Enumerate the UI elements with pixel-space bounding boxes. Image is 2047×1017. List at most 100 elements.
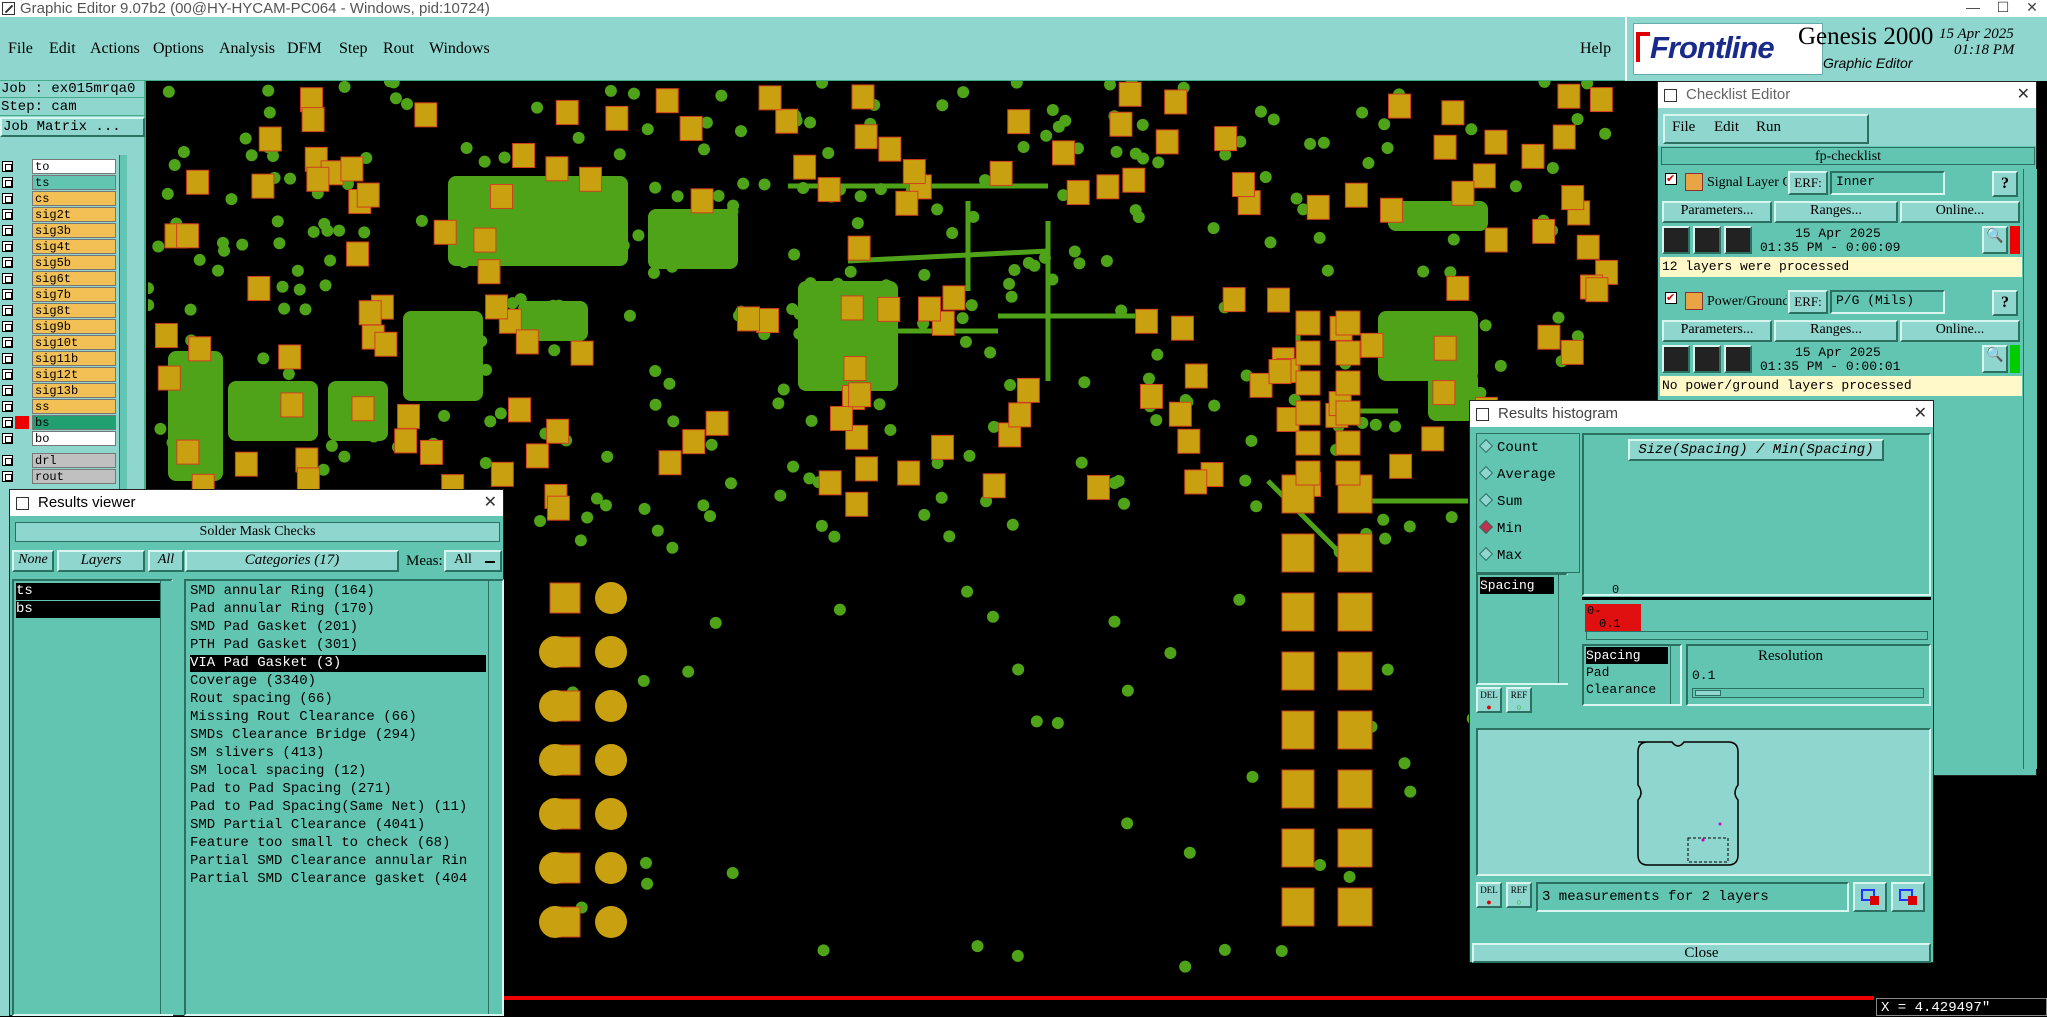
list-item[interactable]: Pad [1586,664,1609,681]
layer-name[interactable]: sig12t [32,367,116,382]
layer-checkbox[interactable] [2,385,13,396]
list-item[interactable]: Partial SMD Clearance gasket (404 [190,871,467,888]
list-item[interactable]: SMD annular Ring (164) [190,583,375,600]
zoom-icon[interactable]: 🔍 [1982,345,2008,373]
minimize-button[interactable]: — [1958,0,1988,17]
layer-checkbox[interactable] [2,193,13,204]
radio-diamond-icon[interactable] [1478,519,1494,535]
menu-file[interactable]: File [8,40,33,58]
stat-option-min[interactable]: Min [1478,519,1522,541]
radio-diamond-icon[interactable] [1478,465,1494,481]
layer-name[interactable]: rout [32,469,116,484]
list-item[interactable]: Feature too small to check (68) [190,835,450,852]
list-item[interactable]: ts [16,583,166,600]
layer-row-sig12t[interactable]: sig12t [0,367,116,382]
layer-checkbox[interactable] [2,455,13,466]
menu-windows[interactable]: Windows [429,40,490,58]
zoom-view-button[interactable] [1853,882,1887,912]
del-button[interactable]: DEL ● [1476,687,1502,713]
run-icon[interactable] [1724,345,1752,373]
resolution-slider[interactable] [1692,688,1924,698]
list-item[interactable]: Pad to Pad Spacing (271) [190,781,392,798]
list-item[interactable]: Partial SMD Clearance annular Rin [190,853,467,870]
layer-row-sig7b[interactable]: sig7b [0,287,116,302]
list-item[interactable]: Spacing [1586,647,1668,664]
help-button[interactable]: ? [1992,290,2018,316]
list-item[interactable]: SMD Partial Clearance (4041) [190,817,425,834]
menu-dfm[interactable]: DFM [287,40,322,58]
check-enable-checkbox[interactable]: ✔ [1665,173,1677,185]
layer-row-bo[interactable]: bo [0,431,116,446]
radio-diamond-icon[interactable] [1478,438,1494,454]
layer-state-box[interactable] [15,454,29,467]
layers-button[interactable]: Layers [57,550,145,572]
category-list[interactable]: SMD annular Ring (164) Pad annular Ring (… [184,579,504,1016]
zoom-icon[interactable]: 🔍 [1982,226,2008,254]
layer-row-sig8t[interactable]: sig8t [0,303,116,318]
layer-checkbox[interactable] [2,401,13,412]
ranges-button[interactable]: Ranges... [1774,201,1898,223]
ref-button[interactable]: REF ○ [1506,687,1532,713]
online-button[interactable]: Online... [1900,201,2020,223]
layer-name[interactable]: sig4t [32,239,116,254]
layer-row-ss[interactable]: ss [0,399,116,414]
close-icon[interactable]: ✕ [1914,401,1927,427]
layer-results-list[interactable]: ts bs [12,579,173,1016]
list-item[interactable]: SM slivers (413) [190,745,324,762]
layer-row-drl[interactable]: drl [0,453,116,468]
layer-row-sig13b[interactable]: sig13b [0,383,116,398]
menu-options[interactable]: Options [153,40,204,58]
ranges-button[interactable]: Ranges... [1774,320,1898,342]
layer-state-box[interactable] [15,470,29,483]
layer-state-box[interactable] [15,304,29,317]
layer-checkbox[interactable] [2,225,13,236]
layer-name[interactable]: cs [32,191,116,206]
resolution-slider-thumb[interactable] [1695,690,1721,696]
list-item[interactable]: SM local spacing (12) [190,763,366,780]
list-item[interactable]: PTH Pad Gasket (301) [190,637,358,654]
meas-select[interactable]: All [444,550,502,572]
type-list[interactable]: Spacing [1476,573,1568,685]
layer-state-box[interactable] [15,368,29,381]
layer-state-box[interactable] [15,384,29,397]
run-icon[interactable] [1662,345,1690,373]
erf-value[interactable]: P/G (Mils) [1830,290,1945,314]
layer-checkbox[interactable] [2,337,13,348]
layer-state-box[interactable] [15,176,29,189]
layer-checkbox[interactable] [2,417,13,428]
layer-name[interactable]: sig9b [32,319,116,334]
online-button[interactable]: Online... [1900,320,2020,342]
layer-row-rout[interactable]: rout [0,469,116,484]
layer-checkbox[interactable] [2,177,13,188]
none-button[interactable]: None [12,550,54,572]
layer-checkbox[interactable] [2,257,13,268]
layer-state-box[interactable] [15,272,29,285]
layer-row-sig6t[interactable]: sig6t [0,271,116,286]
radio-diamond-icon[interactable] [1478,492,1494,508]
categories-button[interactable]: Categories (17) [185,550,399,572]
check-enable-checkbox[interactable]: ✔ [1665,292,1677,304]
job-matrix-button[interactable]: Job Matrix ... [0,117,145,137]
stat-option-sum[interactable]: Sum [1478,492,1522,514]
menu-actions[interactable]: Actions [90,40,140,58]
list-item[interactable]: SMD Pad Gasket (201) [190,619,358,636]
erf-button[interactable]: ERF: [1788,290,1828,314]
run-icon[interactable] [1724,226,1752,254]
help-button[interactable]: ? [1992,171,2018,197]
layer-row-sig10t[interactable]: sig10t [0,335,116,350]
list-item[interactable]: Pad to Pad Spacing(Same Net) (11) [190,799,467,816]
close-icon[interactable]: ✕ [484,490,497,516]
layer-row-sig2t[interactable]: sig2t [0,207,116,222]
layer-name[interactable]: sig10t [32,335,116,350]
layer-name[interactable]: ss [32,399,116,414]
close-window-button[interactable]: ✕ [2017,0,2047,17]
layer-row-sig9b[interactable]: sig9b [0,319,116,334]
layer-state-box[interactable] [15,256,29,269]
layer-checkbox[interactable] [2,273,13,284]
list-item[interactable]: Rout spacing (66) [190,691,333,708]
layer-row-sig3b[interactable]: sig3b [0,223,116,238]
layer-checkbox[interactable] [2,209,13,220]
layer-checkbox[interactable] [2,289,13,300]
stat-option-max[interactable]: Max [1478,546,1522,568]
parameters-button[interactable]: Parameters... [1662,320,1772,342]
